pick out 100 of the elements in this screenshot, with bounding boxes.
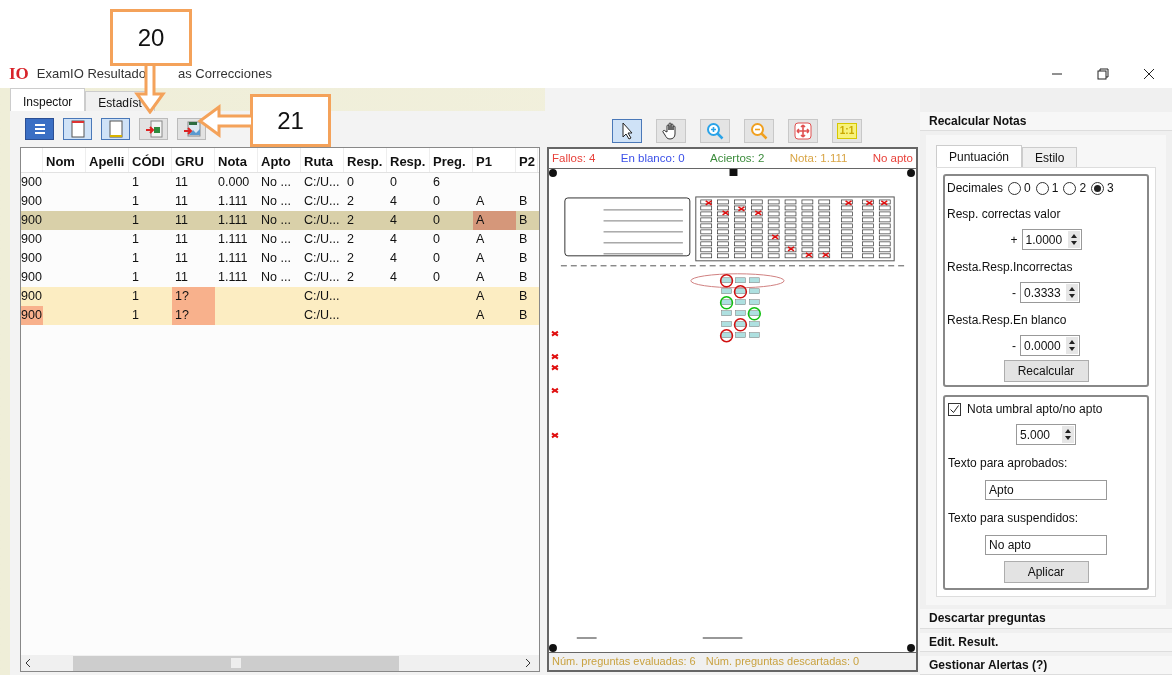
column-header[interactable]: Nota xyxy=(215,148,258,172)
section-header[interactable]: Recalcular Notas xyxy=(920,112,1172,132)
section-header[interactable]: Edit. Result. xyxy=(920,632,1172,652)
zoom-in-icon xyxy=(706,122,724,140)
column-header[interactable]: Resp. xyxy=(387,148,430,172)
toolbar-button[interactable] xyxy=(25,118,54,140)
stat-label: Fallos: 4 xyxy=(552,150,596,166)
spinner-arrows-icon[interactable] xyxy=(1067,231,1080,249)
table-cell-text: No ... xyxy=(260,231,292,248)
export-spreadsheet-icon xyxy=(144,120,163,138)
apply-button[interactable]: Aplicar xyxy=(1003,561,1089,584)
viewer-tool-button[interactable] xyxy=(612,119,642,143)
table-cell-text: B xyxy=(518,307,529,324)
column-header[interactable]: P1 xyxy=(473,148,516,172)
radio-icon[interactable] xyxy=(1063,181,1077,195)
table-cell-text: 0 xyxy=(432,231,441,248)
column-header[interactable]: Resp. xyxy=(344,148,387,172)
check-icon xyxy=(949,403,960,415)
decimals-label: Decimales xyxy=(947,180,1003,198)
table-cell-text: C:/U... xyxy=(303,288,341,305)
table-cell-text: 1 xyxy=(131,212,140,229)
table-cell-text: C:/U... xyxy=(303,307,341,324)
column-header[interactable]: Preg. xyxy=(430,148,473,172)
table-cell-text: 11 xyxy=(174,231,189,248)
table-cell-text: 2 xyxy=(346,269,355,286)
table-cell-text: No ... xyxy=(260,193,292,210)
column-header[interactable]: GRU xyxy=(172,148,215,172)
scroll-thumb[interactable] xyxy=(73,655,399,671)
section-header[interactable]: Gestionar Alertas (?) xyxy=(920,655,1172,675)
table-cell-text: 0 xyxy=(432,212,441,229)
viewer-tool-button[interactable] xyxy=(656,119,686,143)
field-label: Texto para aprobados: xyxy=(948,455,1069,473)
table-cell-text: A xyxy=(475,307,486,324)
text-field[interactable]: No apto xyxy=(985,535,1107,556)
stat-label: No apto xyxy=(872,150,913,166)
field-label: Resta.Resp.Incorrectas xyxy=(947,259,1074,277)
checkbox[interactable] xyxy=(948,402,961,416)
radio-icon[interactable] xyxy=(1091,181,1105,195)
radio-icon[interactable] xyxy=(1008,181,1021,195)
radio-option[interactable]: 2 xyxy=(1063,179,1087,198)
horizontal-scrollbar[interactable] xyxy=(21,655,539,671)
viewer-tool-button[interactable] xyxy=(788,119,818,143)
section-header[interactable]: Descartar preguntas xyxy=(920,609,1172,629)
table-cell-text: 2 xyxy=(346,212,355,229)
radio-option[interactable]: 1 xyxy=(1035,179,1059,198)
table-cell-text: C:/U... xyxy=(303,193,341,210)
radio-option[interactable]: 3 xyxy=(1091,179,1114,198)
toolbar-button[interactable] xyxy=(101,118,130,140)
table-cell-text: 1.111 xyxy=(217,193,249,210)
sign-label: + xyxy=(1010,231,1018,249)
column-header[interactable]: CÓDI xyxy=(129,148,172,172)
text-field[interactable]: Apto xyxy=(985,480,1107,501)
recalculate-button[interactable]: Recalcular xyxy=(1003,360,1089,383)
table-cell: 1? xyxy=(172,306,215,325)
table-cell-text: 900 xyxy=(21,250,43,267)
table-cell-text: 11 xyxy=(174,212,189,229)
table-cell: 1? xyxy=(172,287,215,306)
tab[interactable]: Inspector xyxy=(10,88,86,111)
table-cell-text: 4 xyxy=(389,231,398,248)
table-cell-text: C:/U... xyxy=(303,212,341,229)
tab[interactable]: Puntuación xyxy=(936,145,1023,168)
move-icon xyxy=(794,122,812,140)
table-cell-text: 1 xyxy=(131,174,140,191)
number-spinner[interactable]: 0.3333 xyxy=(1020,282,1080,304)
table-cell-text: 11 xyxy=(174,174,189,191)
callout-label: 20 xyxy=(110,9,192,66)
table-cell-text: 6 xyxy=(432,174,441,191)
table-cell-text: 2 xyxy=(346,193,355,210)
column-header[interactable]: Ruta xyxy=(301,148,344,172)
table-cell-text: 1.111 xyxy=(217,212,249,229)
toolbar-button[interactable] xyxy=(177,118,206,140)
tab[interactable]: Estilo xyxy=(1022,147,1078,168)
table-cell: A xyxy=(473,211,516,230)
column-header[interactable]: Nom xyxy=(43,148,86,172)
number-spinner[interactable]: 1.0000 xyxy=(1021,229,1082,251)
number-spinner[interactable]: 5.000 xyxy=(1016,424,1076,446)
radio-icon[interactable] xyxy=(1035,181,1049,195)
column-header[interactable]: Apto xyxy=(258,148,301,172)
toolbar-button[interactable] xyxy=(139,118,168,140)
table-cell-text: 1 xyxy=(131,269,140,286)
table-cell-text: B xyxy=(518,269,529,286)
table-row[interactable]: 900 1 11 1.111 No ... C:/U... 2 4 0 A B xyxy=(21,211,539,230)
table-cell-text: 11 xyxy=(174,269,189,286)
column-header[interactable]: Apelli xyxy=(86,148,129,172)
spinner-arrows-icon[interactable] xyxy=(1066,337,1078,355)
spinner-arrows-icon[interactable] xyxy=(1066,284,1078,302)
table-cell-text: 900 xyxy=(21,231,43,248)
spinner-arrows-icon[interactable] xyxy=(1062,426,1074,444)
spinner-value: 5.000 xyxy=(1019,426,1052,444)
page-icon xyxy=(106,120,125,138)
sign-label: - xyxy=(1012,337,1016,355)
table-cell-text: C:/U... xyxy=(303,174,341,191)
number-spinner[interactable]: 0.0000 xyxy=(1020,335,1080,357)
table-row[interactable]: 900 1 1? C:/U... A B xyxy=(21,306,539,325)
table-cell-text: 11 xyxy=(174,250,189,267)
column-header[interactable]: P2 xyxy=(516,148,538,172)
field-label: Resp. correctas valor xyxy=(947,206,1062,224)
toolbar-button[interactable] xyxy=(63,118,92,140)
radio-option[interactable]: 0 xyxy=(1008,179,1031,198)
table-row[interactable]: 900 1 1? C:/U... A B xyxy=(21,287,539,306)
